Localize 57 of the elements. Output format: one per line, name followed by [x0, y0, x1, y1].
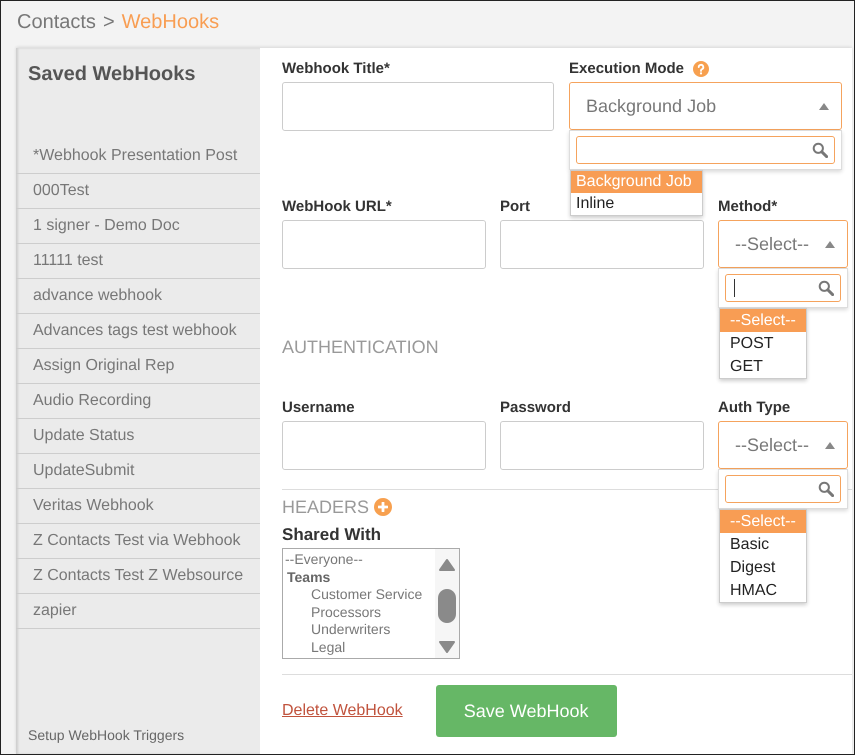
setup-triggers-link[interactable]: Setup WebHook Triggers [16, 726, 260, 754]
text-input-field[interactable] [282, 421, 486, 470]
sidebar-title: Saved WebHooks [27, 62, 196, 86]
listbox-option[interactable]: Legal [285, 638, 435, 656]
plus-circle-icon[interactable] [374, 498, 392, 516]
field-label: WebHook URL* [282, 198, 392, 216]
dropdown-option[interactable]: Background Job [571, 171, 702, 193]
dropdown-option[interactable]: HMAC [720, 579, 806, 602]
field-label: Password [500, 399, 571, 417]
dropdown-search-field[interactable] [576, 136, 835, 164]
field-label: Username [282, 399, 355, 417]
field-label: Execution Mode [569, 60, 684, 78]
dropdown-option[interactable]: Digest [720, 556, 806, 579]
text-input-field[interactable] [282, 82, 554, 131]
field-label: Auth Type [718, 399, 790, 417]
dropdown-option[interactable]: --Select-- [720, 510, 806, 533]
listbox-option[interactable]: Underwriters [285, 621, 435, 638]
delete-link[interactable]: Delete WebHook [282, 702, 403, 720]
field-label: Port [500, 198, 530, 216]
dropdown-search-field[interactable] [725, 274, 841, 302]
section-heading: AUTHENTICATION [282, 336, 439, 358]
listbox-option[interactable]: --Everyone-- [285, 551, 435, 568]
listbox-option[interactable]: Customer Service [285, 586, 435, 604]
listbox-group-label: Teams [286, 568, 332, 586]
scroll-up-icon[interactable] [438, 558, 456, 572]
breadcrumb-current: WebHooks [122, 10, 220, 34]
scroll-down-icon[interactable] [438, 640, 456, 654]
breadcrumb-separator: > [102, 10, 115, 34]
breadcrumb-link[interactable]: Contacts [17, 10, 96, 34]
caret-icon [819, 102, 829, 110]
dropdown-option[interactable]: POST [720, 332, 806, 355]
section-heading: HEADERS [282, 496, 370, 518]
dropdown-option[interactable]: --Select-- [720, 309, 806, 332]
scrollbar-thumb[interactable] [438, 589, 456, 623]
text-input-field[interactable] [500, 220, 704, 269]
search-icon [818, 481, 834, 497]
select-dropdown[interactable]: --Select-- [718, 220, 848, 268]
search-icon [818, 280, 834, 296]
listbox-option[interactable]: Processors [285, 604, 435, 621]
dropdown-option[interactable]: Basic [720, 533, 806, 556]
shared-with-listbox[interactable]: --Everyone-- Teams Customer Service Processors Underwriters Legal [282, 548, 460, 659]
dropdown-search-field[interactable] [725, 475, 841, 503]
field-label: Webhook Title* [282, 60, 390, 78]
field-label: Method* [718, 198, 778, 216]
caret-icon [825, 442, 835, 448]
caret-icon [825, 240, 835, 248]
select-dropdown[interactable]: --Select-- [718, 421, 848, 469]
text-cursor-icon [734, 279, 735, 297]
save-button[interactable]: Save WebHook [436, 685, 617, 737]
field-label: Shared With [282, 525, 382, 545]
text-input-field[interactable] [282, 220, 486, 269]
dropdown-option[interactable]: Inline [571, 193, 702, 215]
search-icon [812, 142, 828, 158]
text-input-field[interactable] [500, 421, 704, 470]
dropdown-option[interactable]: GET [720, 355, 806, 378]
help-icon[interactable] [693, 61, 710, 77]
select-dropdown[interactable]: Background Job [569, 82, 842, 130]
